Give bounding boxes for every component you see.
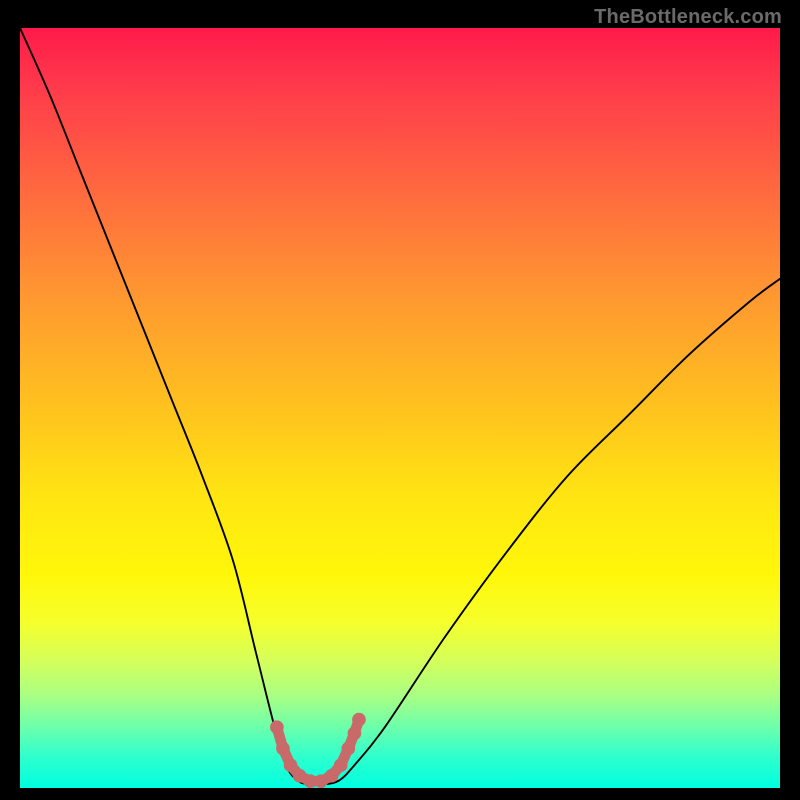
marker-dot bbox=[348, 726, 362, 740]
marker-dot bbox=[276, 742, 290, 756]
marker-dot bbox=[334, 758, 348, 772]
bottleneck-curve bbox=[20, 28, 780, 785]
marker-dot bbox=[270, 720, 284, 734]
marker-dot bbox=[352, 713, 366, 727]
optimal-range-markers bbox=[270, 713, 366, 788]
plot-area bbox=[20, 28, 780, 788]
marker-dot bbox=[284, 758, 298, 772]
marker-dot bbox=[325, 769, 339, 783]
watermark-text: TheBottleneck.com bbox=[594, 6, 782, 29]
curve-layer bbox=[20, 28, 780, 788]
marker-dot bbox=[341, 742, 355, 756]
chart-stage: TheBottleneck.com bbox=[0, 0, 800, 800]
